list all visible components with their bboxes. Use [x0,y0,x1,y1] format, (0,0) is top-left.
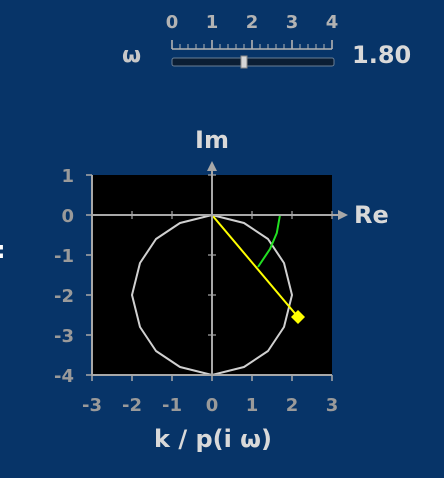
x-axis-name: Re [354,201,389,229]
slider-scale [171,40,333,50]
slider-tick-label: 3 [286,12,299,33]
y-tick-labels: 1 0 -1 -2 -3 -4 [54,166,74,387]
x-tick-label: 2 [286,395,299,416]
omega-value: 1.80 [352,41,412,69]
x-axis-label: k / p(i ω) [154,425,272,453]
x-tick-label: -3 [82,395,102,416]
x-axis-arrow [338,210,348,220]
y-tick-label: 0 [61,206,74,227]
slider-tick-label: 1 [206,12,219,33]
y-tick-label: -1 [54,246,74,267]
y-tick-label: -4 [54,366,74,387]
slider-thumb[interactable] [240,55,248,69]
y-tick-label: 1 [61,166,74,187]
y-tick-label: -3 [54,326,74,347]
y-tick-label: -2 [54,286,74,307]
slider-tick-label: 0 [166,12,179,33]
x-tick-label: 0 [206,395,219,416]
omega-label: ω [122,43,142,68]
slider-tick-label: 2 [246,12,259,33]
y-axis-arrow [207,161,217,171]
y-axis-name: Im [195,126,229,154]
x-tick-label: 1 [246,395,259,416]
x-tick-label: 3 [326,395,339,416]
x-tick-label: -2 [122,395,142,416]
slider-tick-labels: 0 1 2 3 4 [166,12,339,33]
x-tick-labels: -3 -2 -1 0 1 2 3 [82,395,338,416]
x-tick-label: -1 [162,395,182,416]
slider-tick-label: 4 [326,12,339,33]
slider-track[interactable] [171,57,335,67]
nyquist-plot: -3 -2 -1 0 1 2 3 1 0 -1 -2 -3 -4 Im Re k / p(i ω) [54,126,389,453]
